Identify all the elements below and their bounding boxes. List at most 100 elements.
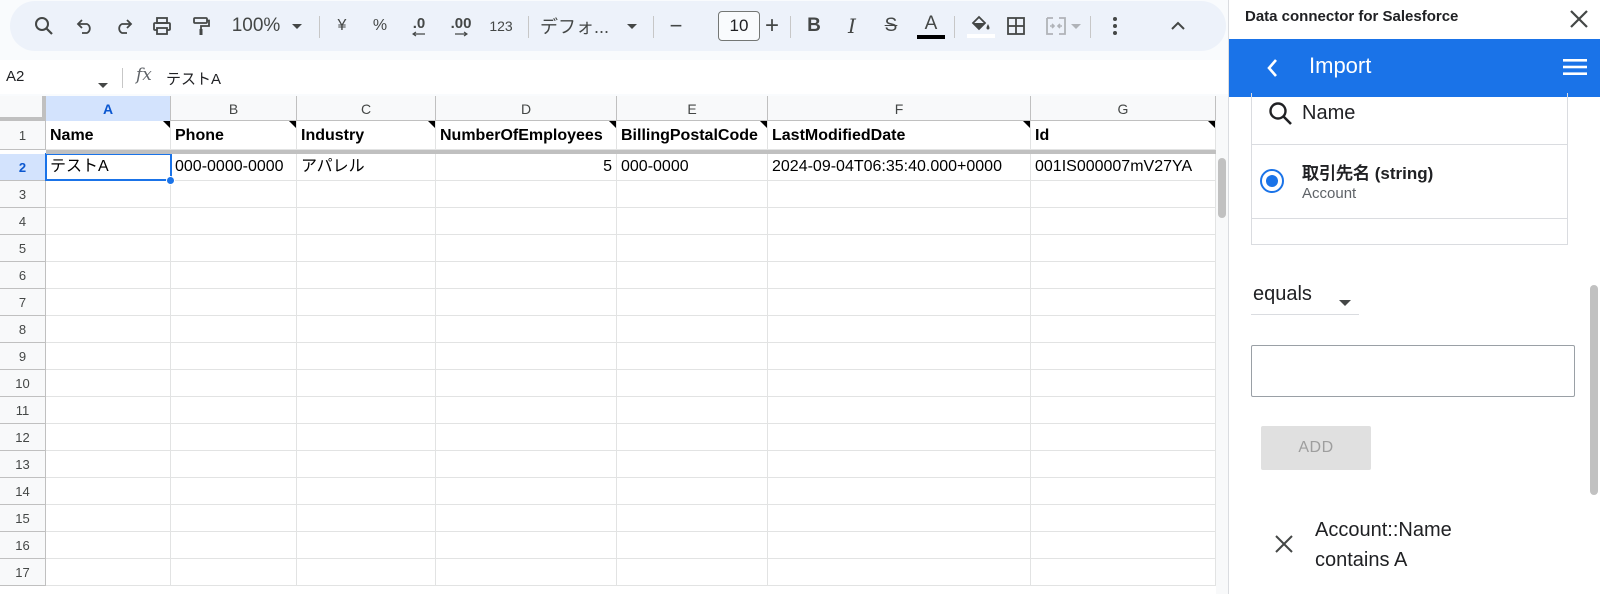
data-cell[interactable]: テストA [46,154,171,181]
header-cell[interactable]: NumberOfEmployees [436,121,617,150]
empty-cell[interactable] [297,343,436,370]
empty-cell[interactable] [171,559,297,586]
fill-color-button[interactable] [966,1,996,51]
merge-cells-button[interactable] [1044,1,1068,51]
empty-cell[interactable] [1031,532,1216,559]
header-cell[interactable]: Id [1031,121,1216,150]
decrease-decimal-button[interactable]: .0 [406,1,432,51]
empty-cell[interactable] [297,424,436,451]
column-header[interactable]: E [617,96,768,121]
header-cell[interactable]: LastModifiedDate [768,121,1031,150]
row-header[interactable]: 9 [0,343,46,370]
empty-cell[interactable] [171,370,297,397]
row-header[interactable]: 1 [0,121,46,150]
empty-cell[interactable] [171,262,297,289]
empty-cell[interactable] [171,235,297,262]
column-header[interactable]: F [768,96,1031,121]
field-search-row[interactable]: Name [1252,93,1567,145]
empty-cell[interactable] [617,505,768,532]
add-filter-button[interactable]: ADD [1261,426,1371,470]
empty-cell[interactable] [46,343,171,370]
empty-cell[interactable] [1031,289,1216,316]
field-radio-selected[interactable] [1260,169,1284,193]
column-header[interactable]: G [1031,96,1216,121]
empty-cell[interactable] [1031,370,1216,397]
empty-cell[interactable] [436,397,617,424]
data-cell[interactable]: 001IS000007mV27YA [1031,154,1216,181]
column-header[interactable]: D [436,96,617,121]
empty-cell[interactable] [1031,208,1216,235]
empty-cell[interactable] [436,181,617,208]
row-header[interactable]: 5 [0,235,46,262]
row-header[interactable]: 2 [0,154,46,181]
close-panel-icon[interactable] [1565,5,1593,38]
back-icon[interactable] [1265,57,1279,84]
empty-cell[interactable] [297,505,436,532]
header-cell[interactable]: Phone [171,121,297,150]
empty-cell[interactable] [768,208,1031,235]
empty-cell[interactable] [768,235,1031,262]
empty-cell[interactable] [768,424,1031,451]
text-color-button[interactable]: A [916,1,946,51]
font-caret-icon[interactable] [625,1,639,51]
row-header[interactable]: 10 [0,370,46,397]
header-cell[interactable]: Industry [297,121,436,150]
row-header[interactable]: 4 [0,208,46,235]
column-header[interactable]: C [297,96,436,121]
remove-filter-icon[interactable] [1273,533,1295,560]
empty-cell[interactable] [46,181,171,208]
empty-cell[interactable] [171,424,297,451]
empty-cell[interactable] [768,559,1031,586]
row-header[interactable]: 11 [0,397,46,424]
empty-cell[interactable] [617,235,768,262]
data-cell[interactable]: 000-0000 [617,154,768,181]
empty-cell[interactable] [46,289,171,316]
empty-cell[interactable] [46,505,171,532]
print-icon[interactable] [150,1,174,51]
empty-cell[interactable] [297,235,436,262]
empty-cell[interactable] [297,532,436,559]
data-cell[interactable]: アパレル [297,154,436,181]
empty-cell[interactable] [617,262,768,289]
row-header[interactable]: 14 [0,478,46,505]
empty-cell[interactable] [297,370,436,397]
select-all-corner[interactable] [0,96,46,121]
empty-cell[interactable] [171,208,297,235]
empty-cell[interactable] [768,181,1031,208]
currency-format-button[interactable]: ¥ [332,1,352,51]
panel-scroll-thumb[interactable] [1590,285,1598,495]
empty-cell[interactable] [768,262,1031,289]
empty-cell[interactable] [617,370,768,397]
empty-cell[interactable] [617,424,768,451]
empty-cell[interactable] [436,262,617,289]
row-header[interactable]: 8 [0,316,46,343]
empty-cell[interactable] [297,478,436,505]
zoom-select[interactable]: 100% [228,1,284,51]
column-header[interactable]: B [171,96,297,121]
header-cell[interactable]: Name [46,121,171,150]
empty-cell[interactable] [768,316,1031,343]
empty-cell[interactable] [768,478,1031,505]
filter-value-input[interactable] [1251,345,1575,397]
data-cell[interactable]: 2024-09-04T06:35:40.000+0000 [768,154,1031,181]
decrease-font-size-button[interactable]: − [666,1,686,51]
empty-cell[interactable] [171,451,297,478]
empty-cell[interactable] [768,451,1031,478]
empty-cell[interactable] [46,424,171,451]
column-header[interactable]: A [46,96,171,121]
panel-scrollbar[interactable] [1587,97,1600,594]
undo-icon[interactable] [73,1,97,51]
percent-format-button[interactable]: % [370,1,390,51]
formula-input[interactable]: テストA [166,68,221,89]
empty-cell[interactable] [436,505,617,532]
italic-button[interactable]: I [842,1,862,51]
row-header[interactable]: 3 [0,181,46,208]
empty-cell[interactable] [768,289,1031,316]
empty-cell[interactable] [171,532,297,559]
empty-cell[interactable] [436,370,617,397]
strikethrough-button[interactable]: S [881,1,901,51]
collapse-menus-icon[interactable] [1166,1,1190,51]
data-cell[interactable]: 000-0000-0000 [171,154,297,181]
sheet-grid[interactable]: A B C D E F G 1 Name Phone Industry NumberOfEmploye… [0,96,1216,594]
empty-cell[interactable] [617,397,768,424]
